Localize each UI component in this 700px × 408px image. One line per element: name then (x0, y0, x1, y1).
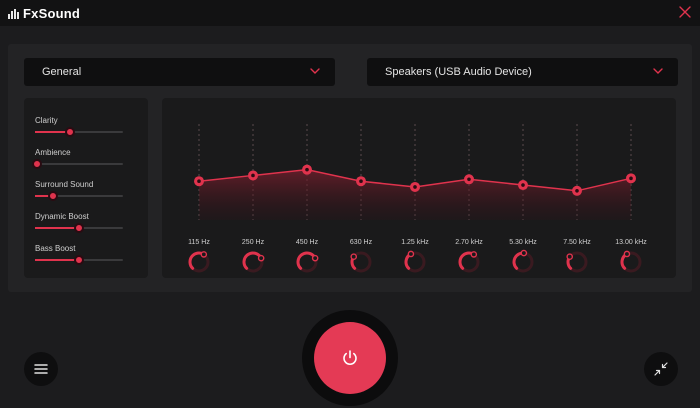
effect-label-bass-boost: Bass Boost (35, 244, 76, 253)
effect-label-surround-sound: Surround Sound (35, 180, 94, 189)
eq-band-knob-dot (566, 253, 574, 261)
eq-band-handle-center (359, 179, 363, 183)
chevron-down-icon (310, 68, 320, 74)
eq-band-knob-arc (242, 251, 263, 270)
app-logo: FxSound (8, 6, 80, 21)
eq-band-handle-center (305, 167, 309, 172)
power-button-ring (302, 310, 398, 406)
eq-band-label: 115 Hz (188, 239, 210, 246)
output-device-value: Speakers (USB Audio Device) (385, 66, 532, 78)
close-button[interactable] (676, 3, 694, 21)
effects-panel: Clarity Ambience Surround Sound Dynamic … (24, 98, 148, 278)
eq-band-knob-dot (311, 254, 319, 262)
eq-band-handle-center (629, 176, 633, 181)
eq-band-label: 2.70 kHz (455, 239, 483, 246)
preset-dropdown[interactable]: General (24, 58, 335, 86)
equalizer-graph: 115 Hz 250 Hz 450 Hz 630 Hz 1.25 kHz 2.70 kHz… (188, 124, 647, 273)
power-button[interactable] (314, 322, 386, 394)
eq-band-knob-dot (407, 250, 415, 258)
eq-band-label: 250 Hz (242, 239, 265, 246)
power-icon (343, 350, 357, 365)
surround-sound-slider[interactable] (35, 191, 123, 201)
effect-label-ambience: Ambience (35, 148, 71, 157)
surround-sound-slider-thumb[interactable] (47, 191, 58, 201)
bass-boost-slider[interactable] (35, 255, 123, 265)
chevron-down-icon (653, 68, 663, 74)
app-title: FxSound (23, 6, 81, 21)
ambience-slider-thumb[interactable] (31, 159, 42, 169)
menu-button[interactable] (24, 352, 58, 386)
eq-band-knob-arc (296, 251, 317, 270)
clarity-slider[interactable] (35, 127, 123, 137)
equalizer-panel: 115 Hz 250 Hz 450 Hz 630 Hz 1.25 kHz 2.70 kHz… (162, 98, 676, 278)
eq-band-handle-center (575, 189, 579, 193)
eq-band-handle-center (251, 173, 255, 178)
bass-boost-slider-thumb[interactable] (74, 255, 84, 265)
output-device-dropdown[interactable]: Speakers (USB Audio Device) (367, 58, 678, 86)
preset-dropdown-value: General (42, 66, 82, 78)
eq-band-handle-center (467, 177, 471, 182)
ambience-slider[interactable] (31, 159, 123, 169)
eq-band-handle-center (521, 183, 525, 187)
eq-band-label: 450 Hz (296, 239, 319, 246)
effect-label-dynamic-boost: Dynamic Boost (35, 212, 89, 221)
eq-band-knob-dot (200, 251, 208, 258)
eq-band-label: 630 Hz (350, 239, 373, 246)
eq-band-knob-dot (623, 250, 631, 258)
eq-band-label: 7.50 kHz (563, 239, 591, 246)
eq-band-knob-dot (520, 249, 528, 257)
clarity-slider-thumb[interactable] (65, 127, 76, 137)
eq-band-knob-dot (257, 254, 265, 262)
eq-band-label: 5.30 kHz (509, 239, 537, 246)
eq-band-handle-center (413, 185, 417, 189)
effect-label-clarity: Clarity (35, 116, 58, 125)
title-bar: FxSound (0, 0, 700, 26)
dynamic-boost-slider-thumb[interactable] (74, 223, 84, 233)
eq-band-label: 13.00 kHz (615, 239, 647, 246)
dynamic-boost-slider[interactable] (35, 223, 123, 233)
eq-band-label: 1.25 kHz (401, 239, 429, 246)
eq-band-knob-dot (350, 253, 358, 261)
hamburger-menu-icon (34, 364, 48, 374)
eq-band-knob-dot (470, 251, 478, 258)
fxsound-logo-icon (8, 8, 19, 19)
eq-curve-fill (199, 169, 631, 220)
collapse-arrows-icon (654, 362, 668, 376)
eq-band-handle-center (197, 179, 201, 183)
compact-view-button[interactable] (644, 352, 678, 386)
close-icon (679, 6, 691, 18)
